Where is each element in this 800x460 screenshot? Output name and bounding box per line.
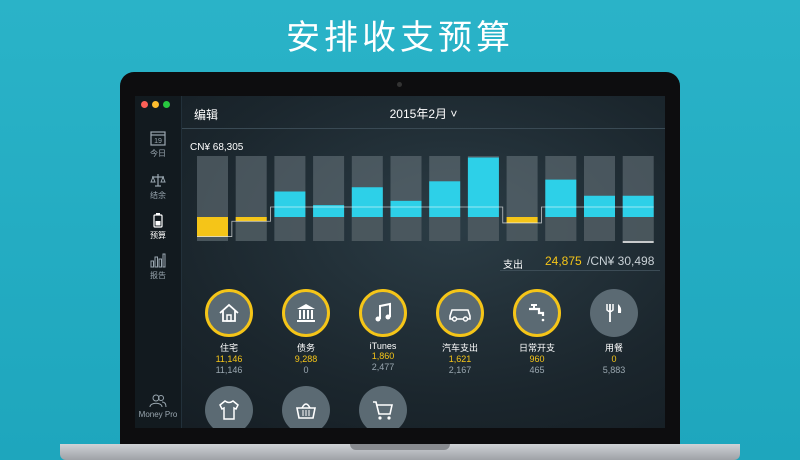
bar-lower bbox=[313, 217, 345, 241]
category-spent: 1,621 bbox=[448, 354, 472, 364]
category-item[interactable]: 债务 9,288 0 bbox=[271, 289, 341, 376]
house-icon bbox=[219, 303, 239, 322]
category-budget: 11,146 bbox=[215, 365, 243, 375]
close-button[interactable] bbox=[141, 101, 148, 108]
month-label: 2015年2月 bbox=[389, 107, 447, 121]
sidebar-item-label: 报告 bbox=[150, 271, 166, 280]
sidebar-item-report[interactable]: 报告 bbox=[135, 252, 181, 281]
sidebar-item-account[interactable]: Money Pro bbox=[135, 394, 181, 419]
scale-icon bbox=[150, 174, 166, 187]
category-button[interactable] bbox=[359, 386, 407, 428]
sidebar-item-label: 结余 bbox=[150, 191, 166, 200]
spend-budget: /CN¥ 30,498 bbox=[587, 254, 655, 268]
category-button[interactable] bbox=[282, 386, 330, 428]
spend-value: 24,875 bbox=[545, 254, 582, 268]
category-button[interactable] bbox=[590, 289, 638, 337]
category-button[interactable] bbox=[205, 289, 253, 337]
category-budget: 2,477 bbox=[371, 362, 395, 372]
category-name: 用餐 bbox=[604, 343, 623, 353]
utensils-icon bbox=[606, 304, 622, 322]
category-spent: 960 bbox=[529, 354, 545, 364]
category-item[interactable]: 日常开支 960 465 bbox=[502, 289, 572, 376]
bar-lower bbox=[351, 217, 383, 241]
sidebar-item-today[interactable]: 19 今日 bbox=[135, 130, 181, 159]
chart-bar[interactable] bbox=[545, 179, 577, 217]
chart-bar[interactable] bbox=[429, 181, 461, 217]
category-item[interactable] bbox=[194, 386, 264, 428]
bar-lower bbox=[390, 217, 422, 241]
category-item[interactable]: 住宅 11,146 11,146 bbox=[194, 289, 264, 376]
zoom-button[interactable] bbox=[163, 101, 170, 108]
category-item[interactable] bbox=[271, 386, 341, 428]
spend-label: 支出 bbox=[503, 260, 523, 271]
chart-bar[interactable] bbox=[235, 217, 267, 222]
faucet-icon bbox=[529, 304, 545, 322]
bar-lower bbox=[584, 217, 615, 241]
top-bar: 编辑 2015年2月 ˅ bbox=[182, 96, 665, 129]
chart-bar[interactable] bbox=[622, 195, 654, 217]
headline: 安排收支预算 bbox=[286, 18, 514, 58]
category-button[interactable] bbox=[282, 289, 330, 337]
category-budget: 465 bbox=[529, 365, 545, 375]
chart-bar[interactable] bbox=[584, 195, 615, 217]
chart-bar[interactable] bbox=[351, 187, 383, 217]
bar-chart-icon bbox=[150, 253, 166, 268]
category-name: 住宅 bbox=[219, 343, 238, 353]
calendar-icon: 19 bbox=[150, 131, 166, 146]
category-name: 日常开支 bbox=[518, 343, 555, 353]
chart-bar[interactable] bbox=[274, 191, 306, 218]
category-spent: 0 bbox=[611, 354, 617, 364]
category-button[interactable] bbox=[205, 386, 253, 428]
sidebar-footer-label: Money Pro bbox=[138, 410, 178, 419]
chart-bar[interactable] bbox=[467, 157, 499, 218]
music-note-icon bbox=[375, 302, 391, 322]
category-item[interactable] bbox=[348, 386, 418, 428]
category-budget: 2,167 bbox=[448, 365, 472, 375]
category-item[interactable]: 用餐 0 5,883 bbox=[579, 289, 649, 376]
category-name: 汽车支出 bbox=[441, 343, 478, 353]
window-controls bbox=[141, 101, 170, 108]
bar-lower bbox=[622, 217, 654, 241]
bar-lower bbox=[274, 217, 306, 241]
category-button[interactable] bbox=[359, 289, 407, 337]
car-icon bbox=[449, 309, 471, 322]
laptop-notch bbox=[350, 444, 450, 450]
category-name: iTunes bbox=[369, 341, 397, 351]
bar-lower bbox=[545, 217, 577, 241]
chart-bar[interactable] bbox=[506, 217, 538, 223]
category-button[interactable] bbox=[513, 289, 561, 337]
category-item[interactable]: iTunes 1,860 2,477 bbox=[348, 289, 418, 373]
basket-icon bbox=[296, 403, 316, 419]
category-budget: 5,883 bbox=[602, 365, 626, 375]
category-button[interactable] bbox=[436, 289, 484, 337]
app-window: 19 今日 结余 预算 报告 Money Pro 编辑 2015年2月 ˅ CN… bbox=[135, 96, 665, 428]
category-item[interactable]: 汽车支出 1,621 2,167 bbox=[425, 289, 495, 376]
calendar-day: 19 bbox=[154, 138, 162, 145]
sidebar-item-label: 今日 bbox=[150, 149, 166, 158]
bar-lower bbox=[429, 217, 461, 241]
budget-chart bbox=[197, 156, 654, 243]
chart-bar[interactable] bbox=[390, 200, 422, 217]
sidebar: 19 今日 结余 预算 报告 Money Pro bbox=[135, 96, 182, 428]
camera bbox=[397, 82, 402, 87]
chevron-down-icon: ˅ bbox=[450, 107, 458, 121]
bar-lower bbox=[467, 217, 499, 241]
category-budget: 0 bbox=[303, 365, 309, 375]
category-spent: 1,860 bbox=[371, 351, 395, 361]
shirt-icon bbox=[219, 400, 239, 420]
cart-icon bbox=[373, 401, 393, 420]
bank-icon bbox=[297, 304, 315, 322]
category-spent: 11,146 bbox=[215, 354, 243, 364]
battery-icon bbox=[153, 213, 163, 228]
category-spent: 9,288 bbox=[294, 354, 318, 364]
sidebar-item-label: 预算 bbox=[150, 231, 166, 240]
divider bbox=[500, 270, 660, 271]
month-selector[interactable]: 2015年2月 ˅ bbox=[182, 105, 665, 122]
category-name: 债务 bbox=[296, 343, 315, 353]
minimize-button[interactable] bbox=[152, 101, 159, 108]
chart-bar[interactable] bbox=[197, 217, 228, 237]
sidebar-item-budget[interactable]: 预算 bbox=[135, 212, 181, 241]
sidebar-item-balance[interactable]: 结余 bbox=[135, 172, 181, 201]
users-icon bbox=[149, 394, 167, 408]
